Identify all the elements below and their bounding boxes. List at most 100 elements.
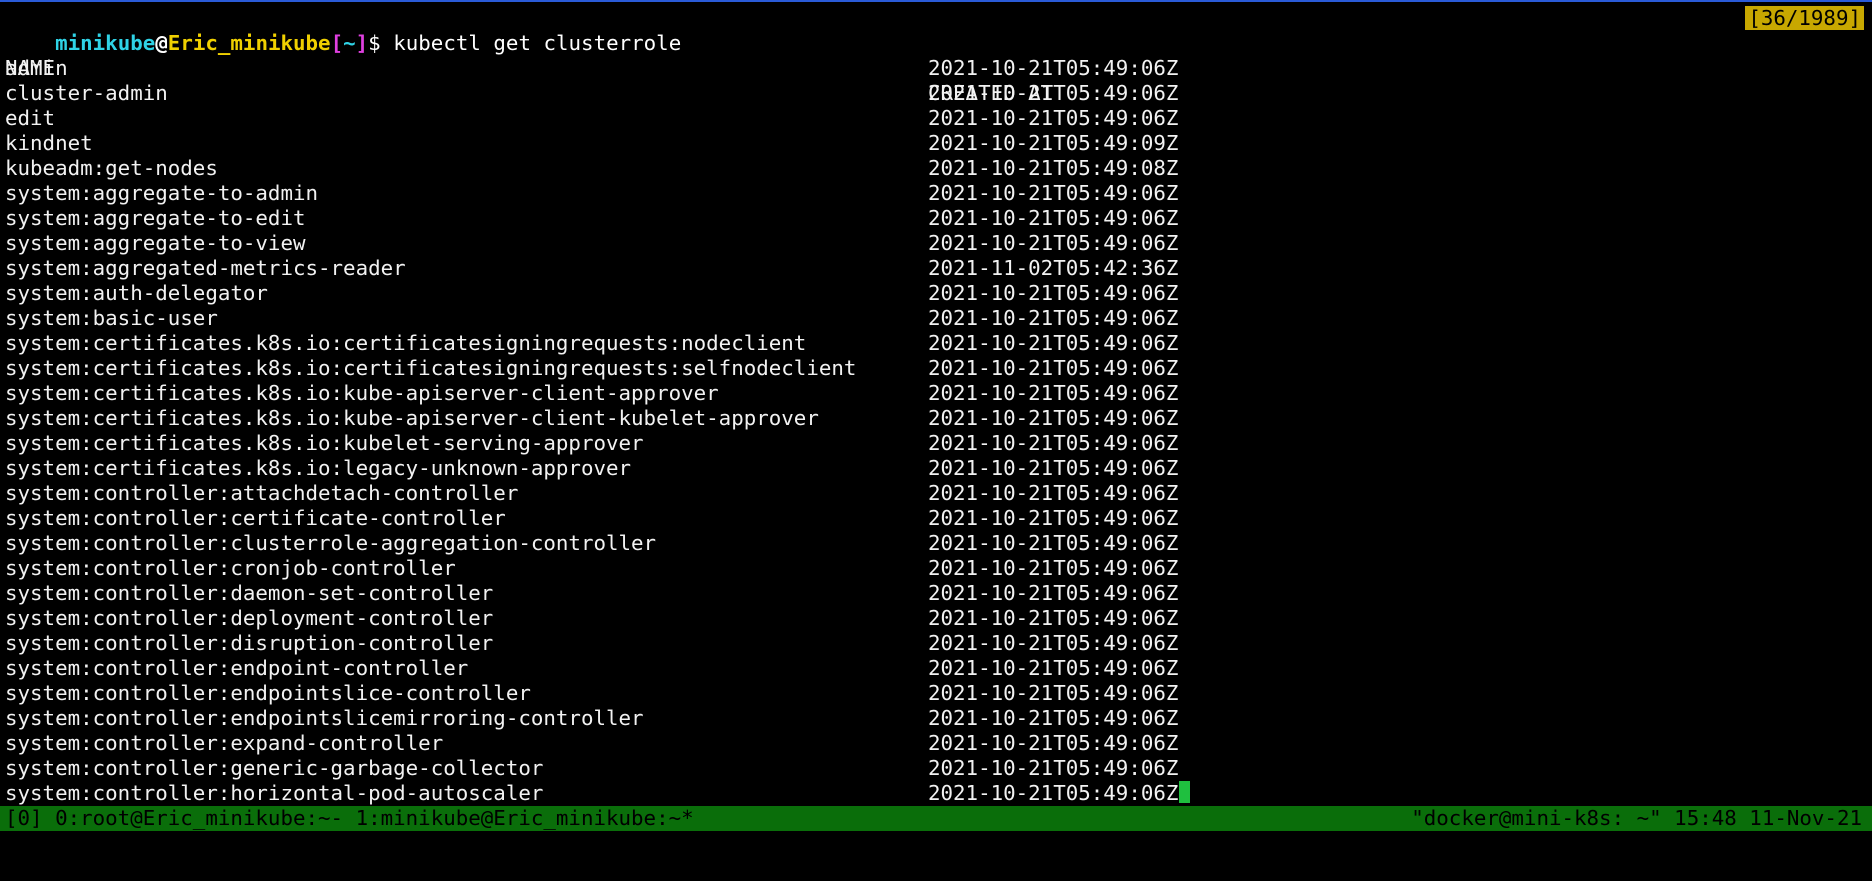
tmux-status-right: "docker@mini-k8s: ~" 15:48 11-Nov-21: [1411, 806, 1862, 830]
row-name: system:aggregated-metrics-reader: [5, 256, 406, 280]
row-name: system:controller:endpointslice-controll…: [5, 681, 531, 705]
row-created-value: 2021-10-21T05:49:06Z: [928, 631, 1179, 655]
row-created-at: 2021-10-21T05:49:06Z: [928, 56, 1178, 81]
row-created-value: 2021-10-21T05:49:06Z: [928, 556, 1179, 580]
row-created-value: 2021-10-21T05:49:06Z: [928, 331, 1179, 355]
row-created-value: 2021-10-21T05:49:06Z: [928, 381, 1179, 405]
row-created-value: 2021-10-21T05:49:06Z: [928, 756, 1179, 780]
row-created-at: 2021-10-21T05:49:06Z: [928, 181, 1178, 206]
row-name: system:certificates.k8s.io:certificatesi…: [5, 331, 807, 355]
row-created-value: 2021-10-21T05:49:06Z: [928, 406, 1179, 430]
table-row: system:certificates.k8s.io:kube-apiserve…: [5, 406, 1865, 431]
row-name: system:controller:clusterrole-aggregatio…: [5, 531, 657, 555]
row-created-value: 2021-10-21T05:49:06Z: [928, 206, 1179, 230]
row-created-at: 2021-10-21T05:49:06Z: [928, 606, 1178, 631]
row-created-at: 2021-10-21T05:49:08Z: [928, 156, 1178, 181]
table-row: admin 2021-10-21T05:49:06Z: [5, 56, 1865, 81]
row-name: system:controller:daemon-set-controller: [5, 581, 494, 605]
row-name: system:controller:certificate-controller: [5, 506, 506, 530]
tmux-status-bar: [0] 0:root@Eric_minikube:~- 1:minikube@E…: [0, 806, 1872, 831]
row-created-at: 2021-10-21T05:49:09Z: [928, 131, 1178, 156]
row-created-value: 2021-10-21T05:49:06Z: [928, 481, 1179, 505]
row-created-value: 2021-10-21T05:49:06Z: [928, 681, 1179, 705]
table-row: edit 2021-10-21T05:49:06Z: [5, 106, 1865, 131]
row-created-value: 2021-10-21T05:49:06Z: [928, 531, 1179, 555]
row-created-value: 2021-10-21T05:49:06Z: [928, 231, 1179, 255]
table-row: system:controller:expand-controller 2021-…: [5, 731, 1865, 756]
row-created-value: 2021-10-21T05:49:06Z: [928, 706, 1179, 730]
row-name: system:controller:deployment-controller: [5, 606, 494, 630]
row-name: system:certificates.k8s.io:certificatesi…: [5, 356, 857, 380]
table-row: system:controller:deployment-controller 2…: [5, 606, 1865, 631]
row-name: system:controller:horizontal-pod-autosca…: [5, 781, 544, 805]
terminal-bottom-margin: [0, 831, 1872, 847]
table-row: system:certificates.k8s.io:kubelet-servi…: [5, 431, 1865, 456]
row-name: system:controller:attachdetach-controlle…: [5, 481, 519, 505]
row-created-at: 2021-10-21T05:49:06Z: [928, 106, 1178, 131]
row-created-value: 2021-10-21T05:49:06Z: [928, 181, 1179, 205]
table-row: kubeadm:get-nodes 2021-10-21T05:49:08Z: [5, 156, 1865, 181]
row-created-value: 2021-10-21T05:49:06Z: [928, 656, 1179, 680]
row-created-value: 2021-10-21T05:49:09Z: [928, 131, 1179, 155]
table-row: system:certificates.k8s.io:legacy-unknow…: [5, 456, 1865, 481]
row-name: system:certificates.k8s.io:kube-apiserve…: [5, 381, 719, 405]
terminal-cursor: [1179, 781, 1191, 803]
row-created-at: 2021-10-21T05:49:06Z: [928, 531, 1178, 556]
table-row: system:controller:horizontal-pod-autosca…: [5, 781, 1865, 806]
row-name: kubeadm:get-nodes: [5, 156, 218, 180]
row-created-value: 2021-10-21T05:49:06Z: [928, 356, 1179, 380]
row-created-value: 2021-10-21T05:49:06Z: [928, 731, 1179, 755]
row-name: system:certificates.k8s.io:legacy-unknow…: [5, 456, 632, 480]
row-created-value: 2021-10-21T05:49:06Z: [928, 281, 1179, 305]
row-created-at: 2021-10-21T05:49:06Z: [928, 206, 1178, 231]
row-created-at: 2021-10-21T05:49:06Z: [928, 731, 1178, 756]
row-name: system:controller:endpointslicemirroring…: [5, 706, 644, 730]
table-row: system:controller:attachdetach-controlle…: [5, 481, 1865, 506]
row-created-at: 2021-10-21T05:49:06Z: [928, 756, 1178, 781]
row-created-at: 2021-10-21T05:49:06Z: [928, 281, 1178, 306]
row-created-at: 2021-10-21T05:49:06Z: [928, 656, 1178, 681]
row-created-value: 2021-10-21T05:49:06Z: [928, 506, 1179, 530]
row-name: system:aggregate-to-edit: [5, 206, 306, 230]
row-created-at: 2021-10-21T05:49:06Z: [928, 231, 1178, 256]
scroll-counter-badge: [36/1989]: [1745, 6, 1864, 30]
table-row: kindnet 2021-10-21T05:49:09Z: [5, 131, 1865, 156]
row-created-at: 2021-10-21T05:49:06Z: [928, 456, 1178, 481]
table-row: system:certificates.k8s.io:kube-apiserve…: [5, 381, 1865, 406]
row-created-at: 2021-10-21T05:49:06Z: [928, 781, 1191, 806]
row-created-at: 2021-10-21T05:49:06Z: [928, 431, 1178, 456]
row-created-value: 2021-10-21T05:49:06Z: [928, 106, 1179, 130]
row-name: cluster-admin: [5, 81, 168, 105]
row-name: system:controller:generic-garbage-collec…: [5, 756, 544, 780]
row-created-at: 2021-10-21T05:49:06Z: [928, 631, 1178, 656]
row-created-value: 2021-11-02T05:42:36Z: [928, 256, 1179, 280]
row-created-at: 2021-10-21T05:49:06Z: [928, 581, 1178, 606]
row-created-value: 2021-10-21T05:49:06Z: [928, 81, 1179, 105]
row-created-value: 2021-10-21T05:49:06Z: [928, 581, 1179, 605]
table-row: system:controller:cronjob-controller 2021…: [5, 556, 1865, 581]
row-created-value: 2021-10-21T05:49:06Z: [928, 56, 1179, 80]
row-created-at: 2021-10-21T05:49:06Z: [928, 356, 1178, 381]
table-row: system:controller:generic-garbage-collec…: [5, 756, 1865, 781]
row-created-at: 2021-11-02T05:42:36Z: [928, 256, 1178, 281]
row-name: system:controller:disruption-controller: [5, 631, 494, 655]
table-row: system:aggregate-to-admin 2021-10-21T05:4…: [5, 181, 1865, 206]
row-created-value: 2021-10-21T05:49:06Z: [928, 306, 1179, 330]
row-name: admin: [5, 56, 68, 80]
table-row: system:controller:endpointslice-controll…: [5, 681, 1865, 706]
terminal-window[interactable]: minikube@Eric_minikube[~]$ kubectl get c…: [0, 0, 1872, 806]
row-name: system:controller:endpoint-controller: [5, 656, 469, 680]
table-row: system:aggregate-to-view 2021-10-21T05:49…: [5, 231, 1865, 256]
table-row: system:auth-delegator 2021-10-21T05:49:06…: [5, 281, 1865, 306]
row-created-at: 2021-10-21T05:49:06Z: [928, 481, 1178, 506]
row-created-at: 2021-10-21T05:49:06Z: [928, 381, 1178, 406]
table-row: system:controller:disruption-controller 2…: [5, 631, 1865, 656]
table-row: cluster-admin 2021-10-21T05:49:06Z: [5, 81, 1865, 106]
row-name: system:aggregate-to-view: [5, 231, 306, 255]
table-header: NAME CREATED AT: [5, 31, 1865, 105]
table-row: system:controller:endpointslicemirroring…: [5, 706, 1865, 731]
row-name: system:certificates.k8s.io:kube-apiserve…: [5, 406, 819, 430]
row-name: system:controller:cronjob-controller: [5, 556, 456, 580]
tmux-window-list[interactable]: [0] 0:root@Eric_minikube:~- 1:minikube@E…: [5, 806, 694, 831]
table-row: system:certificates.k8s.io:certificatesi…: [5, 356, 1865, 381]
